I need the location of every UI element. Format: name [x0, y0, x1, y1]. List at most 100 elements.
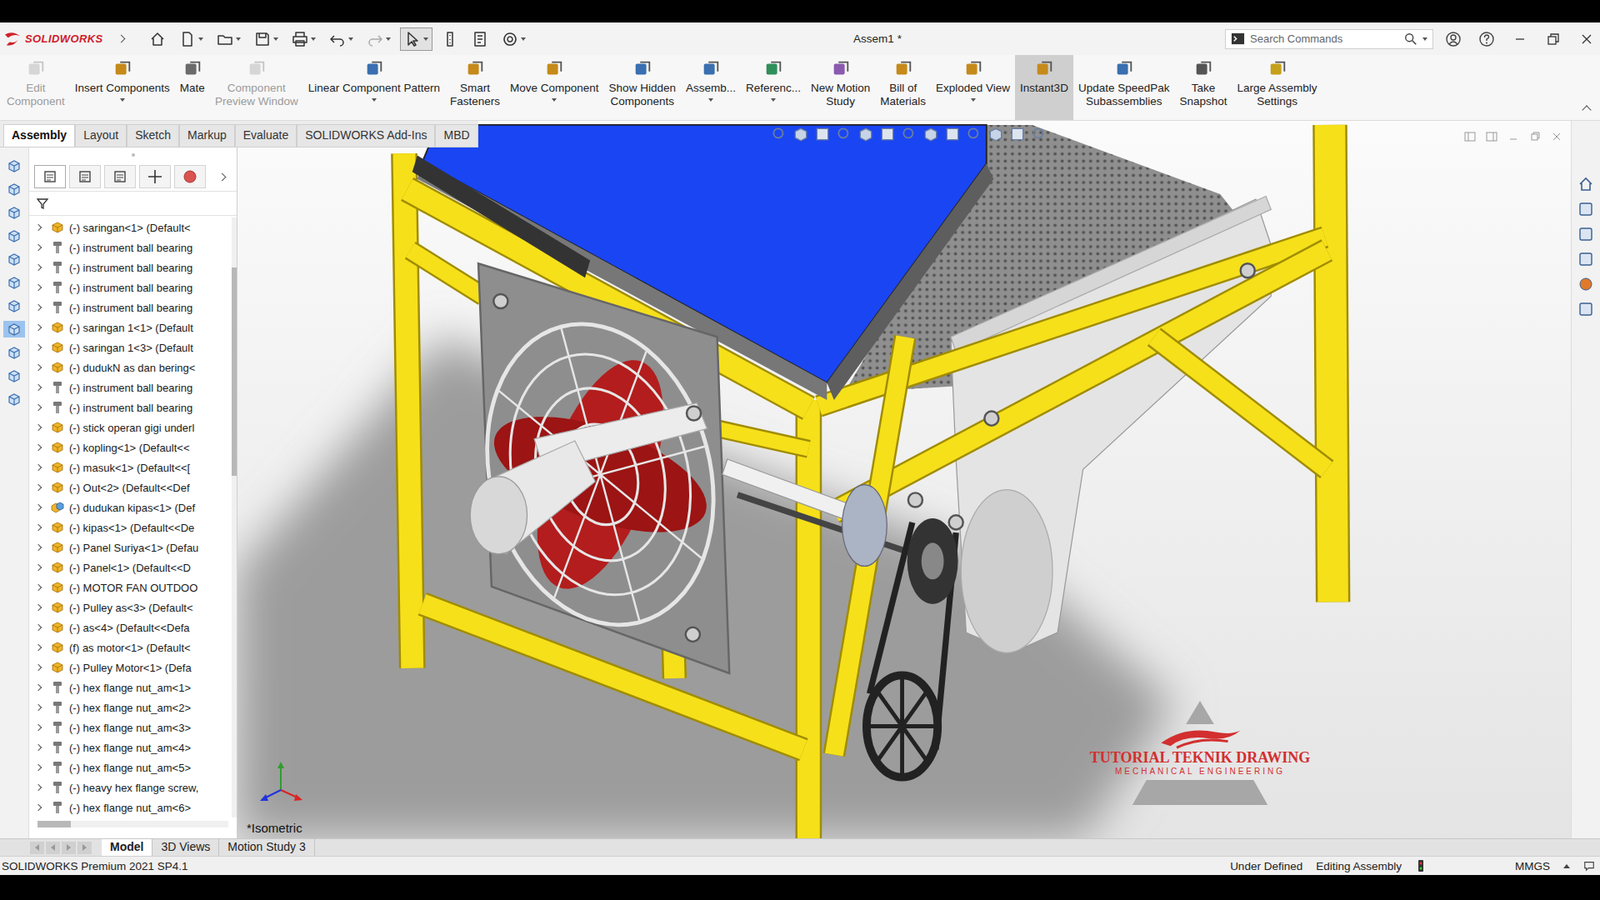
previous-tab-button[interactable]	[45, 841, 60, 855]
dropdown-caret-icon[interactable]	[770, 98, 776, 102]
expand-arrow-icon[interactable]	[35, 504, 42, 511]
view-tool-button[interactable]	[3, 250, 25, 268]
tree-item[interactable]: (-) masuk<1> (Default<<[	[29, 457, 232, 478]
document-tab[interactable]: Motion Study 3	[219, 839, 315, 856]
dropdown-caret-icon[interactable]	[273, 37, 279, 41]
machine-model-3d[interactable]	[237, 120, 1571, 839]
expand-arrow-icon[interactable]	[35, 464, 42, 471]
search-options-caret-icon[interactable]	[1422, 37, 1428, 41]
expand-arrow-icon[interactable]	[35, 444, 42, 451]
tree-item[interactable]: (-) MOTOR FAN OUTDOO	[29, 577, 232, 598]
ribbon-button[interactable]: Insert Components	[70, 55, 175, 120]
tree-item[interactable]: (-) stick operan gigi underl	[29, 417, 232, 438]
tree-item[interactable]: (-) instrument ball bearing	[29, 257, 232, 278]
quick-access-button[interactable]	[400, 27, 433, 51]
tree-item[interactable]: (-) as<4> (Default<<Defa	[29, 617, 232, 638]
expand-arrow-icon[interactable]	[35, 304, 42, 311]
tree-item[interactable]: (-) kipas<1> (Default<<De	[29, 517, 232, 538]
tree-item[interactable]: (-) hex flange nut_am<3>	[29, 717, 232, 738]
tree-item[interactable]: (-) saringan 1<3> (Default	[29, 337, 232, 358]
manager-tab[interactable]	[174, 165, 206, 189]
expand-arrow-icon[interactable]	[35, 264, 42, 271]
tree-item[interactable]: (-) instrument ball bearing	[29, 297, 232, 318]
tree-item[interactable]: (-) hex flange nut_am<5>	[29, 757, 232, 778]
rebuild-status-icon[interactable]	[1415, 859, 1427, 873]
view-tool-icon[interactable]	[944, 125, 961, 143]
tree-item[interactable]: (-) instrument ball bearing	[29, 377, 232, 398]
minimize-icon[interactable]	[1511, 30, 1529, 48]
tree-item[interactable]: (-) hex flange nut_am<2>	[29, 697, 232, 718]
ribbon-button[interactable]: Instant3D	[1015, 55, 1074, 120]
dropdown-caret-icon[interactable]	[520, 37, 526, 41]
view-tool-icon[interactable]	[792, 125, 810, 143]
dropdown-caret-icon[interactable]	[235, 37, 241, 41]
view-tool-icon[interactable]	[987, 125, 1005, 143]
dropdown-caret-icon[interactable]	[348, 37, 354, 41]
ribbon-button[interactable]: Large AssemblySettings	[1232, 55, 1323, 120]
doc-restore-icon[interactable]	[1529, 130, 1541, 143]
quick-access-button[interactable]	[437, 27, 463, 51]
magnifier-icon[interactable]	[1404, 32, 1418, 46]
expand-arrow-icon[interactable]	[35, 784, 42, 791]
menu-expand-icon[interactable]	[116, 35, 125, 44]
ribbon-button[interactable]: Assemb...	[680, 55, 741, 120]
view-tool-button[interactable]	[3, 320, 25, 338]
expand-arrow-icon[interactable]	[35, 344, 42, 351]
tree-item[interactable]: (f) as motor<1> (Default<	[29, 637, 232, 658]
expand-arrow-icon[interactable]	[35, 804, 42, 811]
quick-access-button[interactable]	[287, 27, 320, 51]
view-tool-button[interactable]	[3, 297, 25, 315]
doc-close-icon[interactable]	[1550, 130, 1563, 143]
tree-item[interactable]: (-) Panel<1> (Default<<D	[29, 557, 232, 578]
ribbon-button[interactable]: Mate	[175, 55, 210, 120]
ribbon-button[interactable]: TakeSnapshot	[1174, 55, 1232, 120]
last-tab-button[interactable]	[77, 841, 92, 855]
tree-item[interactable]: (-) kopling<1> (Default<<	[29, 437, 232, 458]
collapse-ribbon-icon[interactable]	[1581, 105, 1591, 115]
tree-item[interactable]: (-) hex flange nut_am<1>	[29, 677, 232, 698]
expand-arrow-icon[interactable]	[35, 724, 42, 731]
tree-filter[interactable]	[29, 191, 237, 216]
task-pane-icon[interactable]	[1577, 250, 1595, 268]
quick-access-button[interactable]	[175, 27, 208, 51]
view-tool-icon[interactable]	[900, 125, 918, 143]
view-tool-icon[interactable]	[1030, 125, 1048, 143]
document-tab[interactable]: 3D Views	[152, 839, 220, 856]
ribbon-button[interactable]: Exploded View	[930, 55, 1015, 120]
tree-item[interactable]: (-) hex flange nut_am<4>	[29, 737, 232, 758]
user-account-icon[interactable]	[1445, 30, 1462, 48]
expand-arrow-icon[interactable]	[35, 704, 42, 711]
expand-arrow-icon[interactable]	[35, 284, 42, 291]
tile-view-icon[interactable]	[1485, 130, 1498, 143]
dropdown-caret-icon[interactable]	[423, 37, 429, 41]
close-icon[interactable]	[1578, 30, 1595, 48]
expand-arrow-icon[interactable]	[35, 544, 42, 551]
unit-menu-icon[interactable]	[1563, 864, 1570, 869]
tree-item[interactable]: (-) saringan 1<1> (Default	[29, 317, 232, 338]
view-tool-icon[interactable]	[835, 125, 853, 143]
quick-access-button[interactable]	[145, 27, 170, 51]
tree-item[interactable]: (-) dudukan kipas<1> (Def	[29, 497, 232, 518]
expand-arrow-icon[interactable]	[35, 644, 42, 651]
task-pane-icon[interactable]	[1577, 300, 1595, 318]
tree-item[interactable]: (-) Pulley as<3> (Default<	[29, 597, 232, 618]
graphics-area[interactable]: *IsometricTUTORIAL TEKNIK DRAWINGMECHANI…	[237, 120, 1571, 839]
view-tool-button[interactable]	[3, 390, 25, 408]
ribbon-button[interactable]: Linear Component Pattern	[303, 55, 445, 120]
expand-arrow-icon[interactable]	[35, 424, 42, 431]
task-pane-icon[interactable]	[1577, 175, 1595, 193]
ribbon-button[interactable]: Bill ofMaterials	[875, 55, 931, 120]
expand-arrow-icon[interactable]	[35, 564, 42, 571]
expand-arrow-icon[interactable]	[35, 484, 42, 491]
view-tool-button[interactable]	[3, 274, 25, 291]
view-tool-button[interactable]	[3, 204, 25, 221]
view-tool-icon[interactable]	[857, 125, 875, 143]
expand-arrow-icon[interactable]	[35, 584, 42, 591]
quick-access-button[interactable]	[362, 27, 395, 51]
view-tool-icon[interactable]	[879, 125, 896, 143]
quick-access-button[interactable]	[250, 27, 283, 51]
unit-system[interactable]: MMGS	[1515, 860, 1550, 873]
ribbon-button[interactable]: ComponentPreview Window	[210, 55, 304, 120]
expand-arrow-icon[interactable]	[35, 664, 42, 671]
ribbon-button[interactable]: Referenc...	[740, 55, 806, 120]
